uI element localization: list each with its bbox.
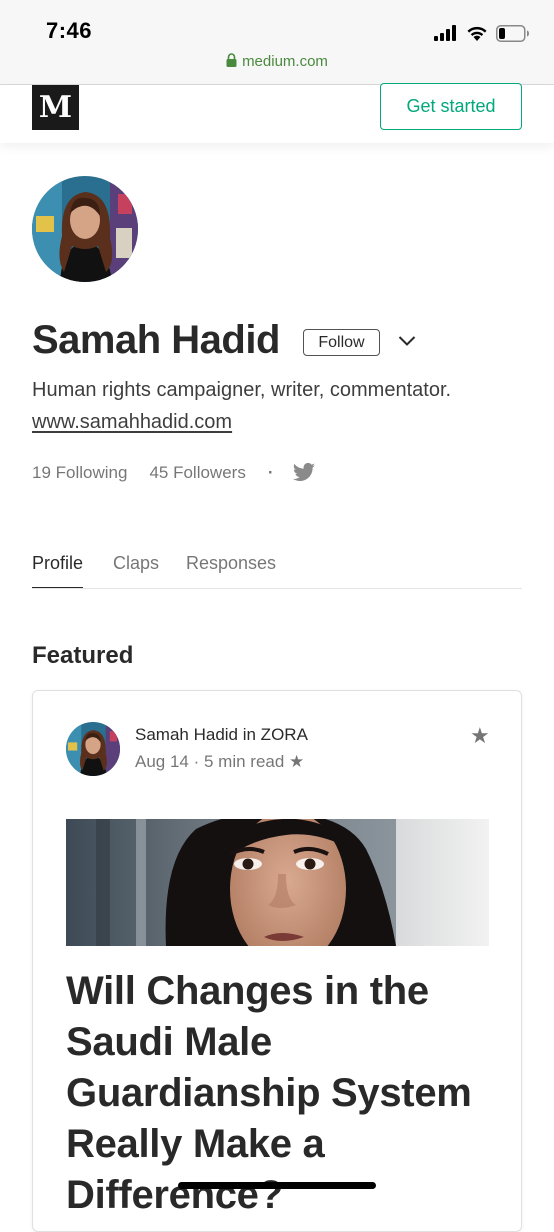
author-avatar[interactable] (66, 722, 120, 776)
tab-claps[interactable]: Claps (113, 550, 159, 587)
home-indicator (178, 1182, 376, 1189)
star-icon[interactable]: ★ (470, 723, 490, 749)
profile-stats: 19 Following 45 Followers · (32, 461, 316, 485)
profile-name: Samah Hadid (32, 318, 280, 362)
following-count[interactable]: 19 Following (32, 463, 127, 483)
wifi-icon (467, 26, 487, 41)
lock-icon (226, 53, 237, 67)
featured-article-card[interactable]: Samah Hadid in ZORA Aug 14 · 5 min read … (32, 690, 522, 1232)
signal-icon (434, 25, 456, 41)
stats-separator: · (267, 463, 274, 482)
tab-profile[interactable]: Profile (32, 550, 84, 588)
status-bar: 7:46 medium.com (0, 0, 554, 85)
featured-heading: Featured (32, 642, 134, 669)
twitter-icon[interactable] (292, 463, 316, 483)
profile-tabs: Profile Claps Responses (32, 550, 522, 589)
article-author-line[interactable]: Samah Hadid in ZORA (135, 725, 308, 745)
tab-responses[interactable]: Responses (186, 550, 276, 587)
profile-avatar (32, 176, 138, 282)
status-icons (434, 22, 530, 44)
profile-bio: Human rights campaigner, writer, comment… (32, 379, 452, 401)
chevron-down-icon[interactable] (398, 334, 416, 348)
medium-logo[interactable]: M (32, 85, 79, 130)
article-cover-image[interactable] (66, 819, 489, 946)
followers-count[interactable]: 45 Followers (149, 463, 245, 483)
status-time: 7:46 (46, 18, 93, 43)
get-started-button[interactable]: Get started (380, 83, 522, 130)
battery-icon (496, 24, 529, 42)
article-meta: Aug 14 · 5 min read ★ (135, 752, 305, 771)
url-text: medium.com (242, 53, 328, 70)
profile-website-link[interactable]: www.samahhadid.com (32, 408, 232, 437)
follow-button[interactable]: Follow (303, 329, 380, 356)
address-bar[interactable]: medium.com (0, 53, 554, 70)
site-header: M Get started (0, 83, 554, 143)
